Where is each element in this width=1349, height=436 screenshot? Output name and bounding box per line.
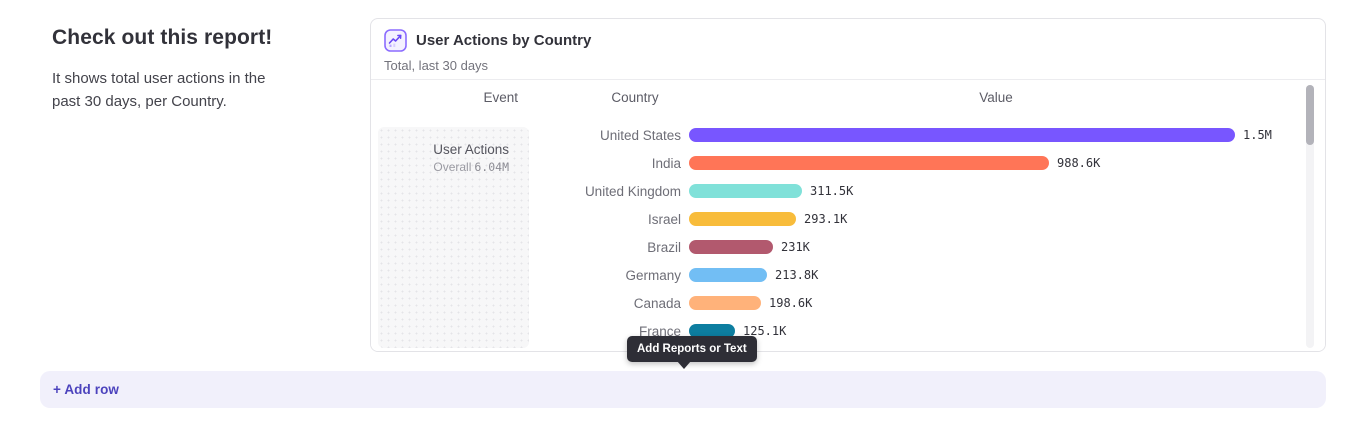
bar-value-label: 293.1K	[804, 212, 847, 226]
bar-row: Germany 213.8K	[371, 261, 1301, 289]
bar-value-label: 231K	[781, 240, 810, 254]
add-reports-tooltip: Add Reports or Text	[627, 336, 757, 362]
country-label: Brazil	[371, 240, 689, 255]
intro-heading: Check out this report!	[52, 26, 312, 50]
scrollbar-thumb[interactable]	[1306, 85, 1314, 145]
bar-row: Canada 198.6K	[371, 289, 1301, 317]
country-label: Canada	[371, 296, 689, 311]
bar[interactable]	[689, 212, 796, 226]
tooltip-arrow	[677, 361, 691, 369]
bar[interactable]	[689, 268, 767, 282]
country-label: Israel	[371, 212, 689, 227]
bar-value-label: 311.5K	[810, 184, 853, 198]
bar[interactable]	[689, 156, 1049, 170]
add-row-label: + Add row	[53, 382, 119, 397]
line-chart-icon	[384, 29, 407, 52]
report-title: User Actions by Country	[416, 32, 591, 49]
bar-row: United Kingdom 311.5K	[371, 177, 1301, 205]
bar[interactable]	[689, 128, 1235, 142]
bar-row: Israel 293.1K	[371, 205, 1301, 233]
bar-value-label: 988.6K	[1057, 156, 1100, 170]
country-label: United States	[371, 128, 689, 143]
country-label: India	[371, 156, 689, 171]
bar-value-label: 1.5M	[1243, 128, 1272, 142]
bar-value-label: 198.6K	[769, 296, 812, 310]
bar[interactable]	[689, 184, 802, 198]
column-header-value: Value	[946, 90, 1046, 105]
column-header-event: Event	[378, 90, 529, 105]
report-subtitle: Total, last 30 days	[384, 58, 1312, 73]
report-card[interactable]: User Actions by Country Total, last 30 d…	[370, 18, 1326, 352]
country-label: United Kingdom	[371, 184, 689, 199]
column-header-country: Country	[585, 90, 685, 105]
bar-rows: United States 1.5M India 988.6K United Kingd…	[371, 121, 1301, 345]
bar-row: France125.1K	[371, 317, 1301, 345]
report-card-header: User Actions by Country Total, last 30 d…	[371, 19, 1325, 80]
intro-text-block: Check out this report! It shows total us…	[52, 26, 312, 113]
tooltip-label: Add Reports or Text	[637, 343, 747, 355]
bar[interactable]	[689, 296, 761, 310]
country-label: Germany	[371, 268, 689, 283]
add-row-button[interactable]: + Add row	[40, 371, 1326, 408]
bar-row: Brazil 231K	[371, 233, 1301, 261]
intro-body: It shows total user actions in the past …	[52, 67, 312, 113]
bar-chart: Event Country Value User Actions Overall…	[371, 80, 1325, 351]
bar-value-label: 213.8K	[775, 268, 818, 282]
bar[interactable]	[689, 240, 773, 254]
scrollbar[interactable]	[1306, 85, 1314, 348]
bar-row: India 988.6K	[371, 149, 1301, 177]
bar-row: United States 1.5M	[371, 121, 1301, 149]
